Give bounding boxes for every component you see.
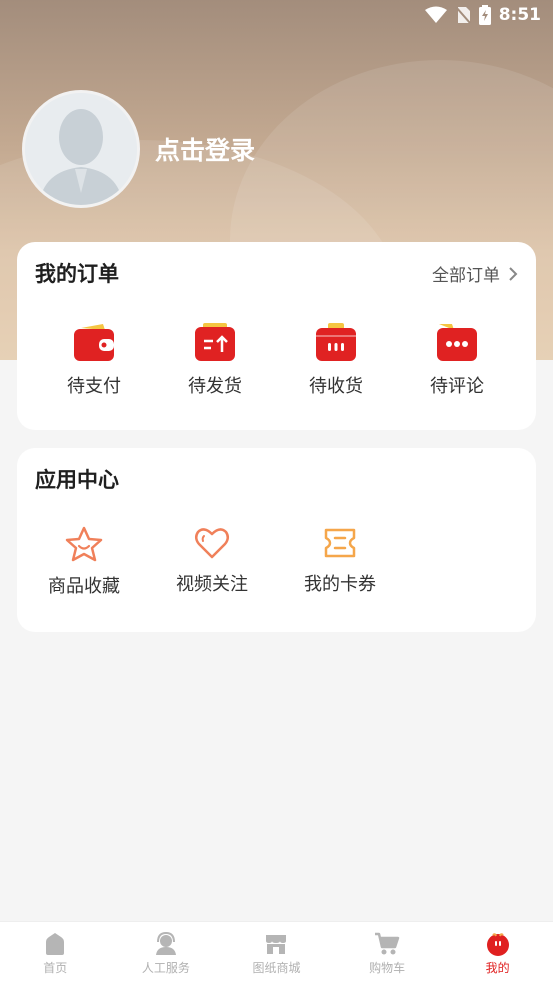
order-pending-shipment-label: 待发货 [188, 376, 242, 397]
tab-blueprint-store[interactable]: 图纸商城 [221, 922, 332, 983]
tab-customer-service-label: 人工服务 [141, 961, 190, 975]
agent-icon [155, 932, 176, 955]
app-video-follow-label: 视频关注 [176, 574, 248, 595]
order-pending-payment[interactable]: 待支付 [39, 322, 149, 398]
home-icon [46, 933, 65, 955]
order-pending-receipt-label: 待收货 [309, 376, 363, 397]
chevron-right-icon [509, 266, 518, 281]
bottom-tab-bar: 首页 人工服务 图纸商城 购物车 我的 [0, 921, 553, 983]
store-icon [266, 935, 287, 954]
default-avatar-icon [25, 93, 137, 205]
coupon-icon [324, 528, 356, 558]
app-favorites[interactable]: 商品收藏 [29, 526, 139, 598]
comment-icon [437, 324, 477, 361]
order-pending-receipt[interactable]: 待收货 [281, 322, 391, 398]
ship-box-icon [195, 323, 235, 361]
wifi-icon [424, 6, 447, 23]
app-center-card: 应用中心 商品收藏 视频关注 我的卡券 [17, 448, 536, 632]
avatar[interactable] [22, 90, 140, 208]
tab-me[interactable]: 我的 [442, 922, 553, 983]
app-center-title: 应用中心 [35, 468, 119, 492]
app-favorites-label: 商品收藏 [48, 576, 120, 597]
cart-icon [375, 932, 400, 955]
tab-home-label: 首页 [43, 961, 68, 975]
no-sim-icon [454, 6, 471, 24]
status-time: 8:51 [498, 5, 541, 25]
orders-card: 我的订单 全部订单 待支付 待发货 待收货 待评论 [17, 242, 536, 430]
tab-me-label: 我的 [485, 961, 510, 975]
all-orders-link[interactable]: 全部订单 [432, 261, 518, 286]
battery-icon [478, 5, 491, 25]
tab-cart-label: 购物车 [369, 961, 406, 975]
receive-box-icon [316, 323, 356, 361]
order-pending-payment-label: 待支付 [67, 376, 121, 397]
order-pending-review-label: 待评论 [430, 376, 484, 397]
heart-icon [195, 528, 229, 559]
status-bar: 8:51 [0, 0, 553, 30]
app-video-follow[interactable]: 视频关注 [157, 526, 267, 596]
star-icon [65, 526, 103, 562]
profile-section[interactable]: 点击登录 [22, 90, 255, 208]
login-link[interactable]: 点击登录 [155, 131, 255, 167]
tab-customer-service[interactable]: 人工服务 [111, 922, 222, 983]
order-pending-shipment[interactable]: 待发货 [160, 322, 270, 398]
all-orders-label: 全部订单 [432, 266, 500, 286]
orders-title: 我的订单 [35, 262, 119, 286]
app-coupons[interactable]: 我的卡券 [285, 526, 395, 596]
app-coupons-label: 我的卡券 [304, 574, 376, 595]
tab-blueprint-store-label: 图纸商城 [252, 961, 301, 975]
tab-cart[interactable]: 购物车 [332, 922, 443, 983]
me-icon [486, 933, 509, 956]
tab-home[interactable]: 首页 [0, 922, 111, 983]
order-pending-review[interactable]: 待评论 [402, 322, 512, 398]
wallet-icon [74, 324, 114, 361]
